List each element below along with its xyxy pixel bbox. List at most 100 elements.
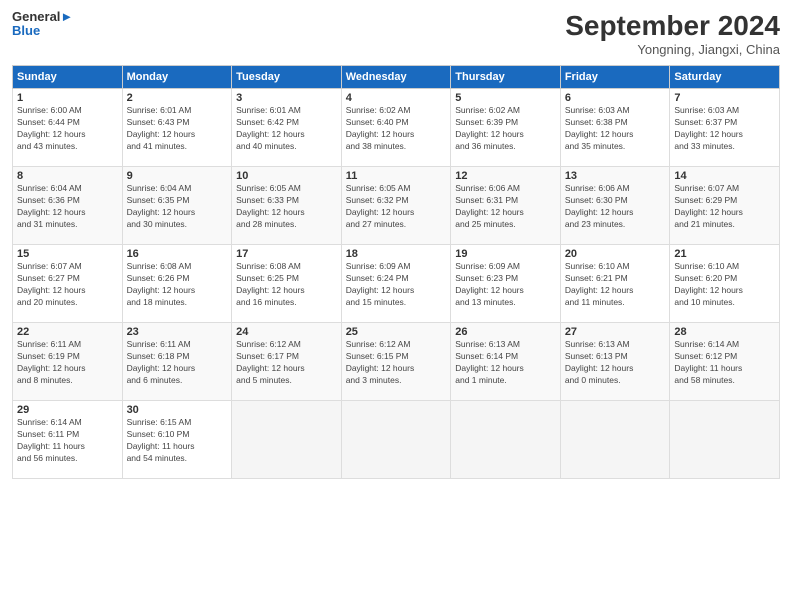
day-cell-13: 13 Sunrise: 6:06 AMSunset: 6:30 PMDaylig… — [560, 167, 670, 245]
day-number: 7 — [674, 92, 775, 104]
day-cell-21: 21 Sunrise: 6:10 AMSunset: 6:20 PMDaylig… — [670, 245, 780, 323]
header: General► Blue September 2024 Yongning, J… — [12, 10, 780, 57]
day-info: Sunrise: 6:14 AMSunset: 6:12 PMDaylight:… — [674, 339, 775, 387]
day-number: 20 — [565, 248, 666, 260]
day-cell-12: 12 Sunrise: 6:06 AMSunset: 6:31 PMDaylig… — [451, 167, 561, 245]
column-header-sunday: Sunday — [13, 66, 123, 89]
day-info: Sunrise: 6:09 AMSunset: 6:23 PMDaylight:… — [455, 261, 556, 309]
day-info: Sunrise: 6:14 AMSunset: 6:11 PMDaylight:… — [17, 417, 118, 465]
day-info: Sunrise: 6:05 AMSunset: 6:32 PMDaylight:… — [346, 183, 447, 231]
day-info: Sunrise: 6:04 AMSunset: 6:36 PMDaylight:… — [17, 183, 118, 231]
title-block: September 2024 Yongning, Jiangxi, China — [565, 10, 780, 57]
day-cell-18: 18 Sunrise: 6:09 AMSunset: 6:24 PMDaylig… — [341, 245, 451, 323]
empty-cell — [232, 401, 342, 479]
day-number: 2 — [127, 92, 228, 104]
day-info: Sunrise: 6:02 AMSunset: 6:39 PMDaylight:… — [455, 105, 556, 153]
day-cell-7: 7 Sunrise: 6:03 AMSunset: 6:37 PMDayligh… — [670, 89, 780, 167]
day-cell-29: 29 Sunrise: 6:14 AMSunset: 6:11 PMDaylig… — [13, 401, 123, 479]
day-cell-26: 26 Sunrise: 6:13 AMSunset: 6:14 PMDaylig… — [451, 323, 561, 401]
column-header-saturday: Saturday — [670, 66, 780, 89]
day-cell-30: 30 Sunrise: 6:15 AMSunset: 6:10 PMDaylig… — [122, 401, 232, 479]
week-row-2: 8 Sunrise: 6:04 AMSunset: 6:36 PMDayligh… — [13, 167, 780, 245]
day-info: Sunrise: 6:06 AMSunset: 6:31 PMDaylight:… — [455, 183, 556, 231]
day-number: 28 — [674, 326, 775, 338]
day-cell-2: 2 Sunrise: 6:01 AMSunset: 6:43 PMDayligh… — [122, 89, 232, 167]
day-info: Sunrise: 6:12 AMSunset: 6:17 PMDaylight:… — [236, 339, 337, 387]
week-row-3: 15 Sunrise: 6:07 AMSunset: 6:27 PMDaylig… — [13, 245, 780, 323]
day-info: Sunrise: 6:08 AMSunset: 6:26 PMDaylight:… — [127, 261, 228, 309]
day-info: Sunrise: 6:05 AMSunset: 6:33 PMDaylight:… — [236, 183, 337, 231]
location: Yongning, Jiangxi, China — [565, 42, 780, 57]
day-cell-28: 28 Sunrise: 6:14 AMSunset: 6:12 PMDaylig… — [670, 323, 780, 401]
day-number: 1 — [17, 92, 118, 104]
day-info: Sunrise: 6:10 AMSunset: 6:21 PMDaylight:… — [565, 261, 666, 309]
day-info: Sunrise: 6:07 AMSunset: 6:29 PMDaylight:… — [674, 183, 775, 231]
day-info: Sunrise: 6:08 AMSunset: 6:25 PMDaylight:… — [236, 261, 337, 309]
day-cell-4: 4 Sunrise: 6:02 AMSunset: 6:40 PMDayligh… — [341, 89, 451, 167]
day-cell-5: 5 Sunrise: 6:02 AMSunset: 6:39 PMDayligh… — [451, 89, 561, 167]
empty-cell — [670, 401, 780, 479]
week-row-4: 22 Sunrise: 6:11 AMSunset: 6:19 PMDaylig… — [13, 323, 780, 401]
day-cell-25: 25 Sunrise: 6:12 AMSunset: 6:15 PMDaylig… — [341, 323, 451, 401]
day-number: 21 — [674, 248, 775, 260]
month-title: September 2024 — [565, 10, 780, 42]
day-info: Sunrise: 6:01 AMSunset: 6:43 PMDaylight:… — [127, 105, 228, 153]
day-number: 27 — [565, 326, 666, 338]
day-info: Sunrise: 6:04 AMSunset: 6:35 PMDaylight:… — [127, 183, 228, 231]
day-cell-8: 8 Sunrise: 6:04 AMSunset: 6:36 PMDayligh… — [13, 167, 123, 245]
column-header-monday: Monday — [122, 66, 232, 89]
day-cell-6: 6 Sunrise: 6:03 AMSunset: 6:38 PMDayligh… — [560, 89, 670, 167]
day-info: Sunrise: 6:10 AMSunset: 6:20 PMDaylight:… — [674, 261, 775, 309]
day-number: 10 — [236, 170, 337, 182]
day-number: 26 — [455, 326, 556, 338]
day-number: 11 — [346, 170, 447, 182]
calendar-table: SundayMondayTuesdayWednesdayThursdayFrid… — [12, 65, 780, 479]
day-info: Sunrise: 6:11 AMSunset: 6:18 PMDaylight:… — [127, 339, 228, 387]
day-info: Sunrise: 6:02 AMSunset: 6:40 PMDaylight:… — [346, 105, 447, 153]
column-header-friday: Friday — [560, 66, 670, 89]
day-info: Sunrise: 6:13 AMSunset: 6:14 PMDaylight:… — [455, 339, 556, 387]
empty-cell — [451, 401, 561, 479]
day-number: 14 — [674, 170, 775, 182]
day-info: Sunrise: 6:09 AMSunset: 6:24 PMDaylight:… — [346, 261, 447, 309]
header-row: SundayMondayTuesdayWednesdayThursdayFrid… — [13, 66, 780, 89]
day-cell-14: 14 Sunrise: 6:07 AMSunset: 6:29 PMDaylig… — [670, 167, 780, 245]
day-number: 16 — [127, 248, 228, 260]
day-number: 23 — [127, 326, 228, 338]
day-info: Sunrise: 6:01 AMSunset: 6:42 PMDaylight:… — [236, 105, 337, 153]
day-number: 24 — [236, 326, 337, 338]
day-info: Sunrise: 6:03 AMSunset: 6:37 PMDaylight:… — [674, 105, 775, 153]
day-number: 22 — [17, 326, 118, 338]
day-number: 13 — [565, 170, 666, 182]
day-number: 15 — [17, 248, 118, 260]
empty-cell — [560, 401, 670, 479]
day-info: Sunrise: 6:15 AMSunset: 6:10 PMDaylight:… — [127, 417, 228, 465]
day-number: 18 — [346, 248, 447, 260]
day-cell-20: 20 Sunrise: 6:10 AMSunset: 6:21 PMDaylig… — [560, 245, 670, 323]
day-info: Sunrise: 6:11 AMSunset: 6:19 PMDaylight:… — [17, 339, 118, 387]
day-cell-17: 17 Sunrise: 6:08 AMSunset: 6:25 PMDaylig… — [232, 245, 342, 323]
day-cell-3: 3 Sunrise: 6:01 AMSunset: 6:42 PMDayligh… — [232, 89, 342, 167]
day-info: Sunrise: 6:12 AMSunset: 6:15 PMDaylight:… — [346, 339, 447, 387]
day-info: Sunrise: 6:13 AMSunset: 6:13 PMDaylight:… — [565, 339, 666, 387]
day-number: 17 — [236, 248, 337, 260]
day-cell-23: 23 Sunrise: 6:11 AMSunset: 6:18 PMDaylig… — [122, 323, 232, 401]
column-header-thursday: Thursday — [451, 66, 561, 89]
day-info: Sunrise: 6:07 AMSunset: 6:27 PMDaylight:… — [17, 261, 118, 309]
week-row-1: 1 Sunrise: 6:00 AMSunset: 6:44 PMDayligh… — [13, 89, 780, 167]
day-number: 5 — [455, 92, 556, 104]
column-header-wednesday: Wednesday — [341, 66, 451, 89]
day-cell-19: 19 Sunrise: 6:09 AMSunset: 6:23 PMDaylig… — [451, 245, 561, 323]
day-cell-1: 1 Sunrise: 6:00 AMSunset: 6:44 PMDayligh… — [13, 89, 123, 167]
day-number: 4 — [346, 92, 447, 104]
week-row-5: 29 Sunrise: 6:14 AMSunset: 6:11 PMDaylig… — [13, 401, 780, 479]
empty-cell — [341, 401, 451, 479]
day-cell-11: 11 Sunrise: 6:05 AMSunset: 6:32 PMDaylig… — [341, 167, 451, 245]
day-cell-22: 22 Sunrise: 6:11 AMSunset: 6:19 PMDaylig… — [13, 323, 123, 401]
day-number: 8 — [17, 170, 118, 182]
logo: General► Blue — [12, 10, 73, 39]
day-info: Sunrise: 6:06 AMSunset: 6:30 PMDaylight:… — [565, 183, 666, 231]
day-number: 9 — [127, 170, 228, 182]
day-number: 19 — [455, 248, 556, 260]
day-number: 30 — [127, 404, 228, 416]
